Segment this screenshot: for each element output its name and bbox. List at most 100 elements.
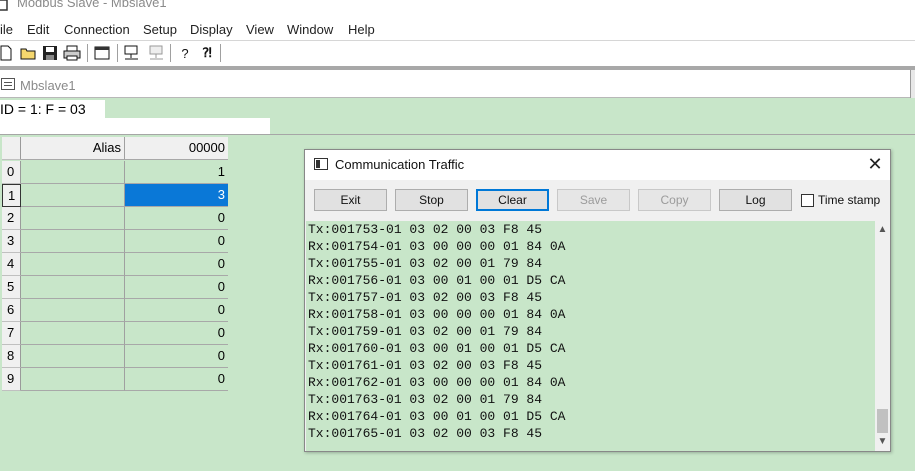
toolbar: ? ⁈ xyxy=(0,40,915,66)
row-header[interactable]: 0 xyxy=(2,161,21,184)
vertical-scrollbar[interactable]: ▲ ▼ xyxy=(875,221,890,451)
new-document-icon[interactable] xyxy=(0,44,15,62)
alias-column-header[interactable]: Alias xyxy=(21,137,125,160)
alias-cell[interactable] xyxy=(21,299,125,322)
log-line: Tx:001755-01 03 02 00 01 79 84 xyxy=(308,256,543,271)
alias-cell[interactable] xyxy=(21,207,125,230)
row-header[interactable]: 8 xyxy=(2,345,21,368)
log-line: Tx:001759-01 03 02 00 01 79 84 xyxy=(308,324,543,339)
menu-edit[interactable]: Edit xyxy=(27,22,49,37)
table-row: 9 0 xyxy=(2,368,228,391)
close-icon[interactable]: ✕ xyxy=(863,153,887,175)
table-row: 6 0 xyxy=(2,299,228,322)
scroll-thumb[interactable] xyxy=(877,409,888,433)
app-title-bar: Modbus Slave - Mbslave1 xyxy=(0,0,915,14)
log-line: Tx:001753-01 03 02 00 03 F8 45 xyxy=(308,222,543,237)
menu-connection[interactable]: Connection xyxy=(64,22,130,37)
window-icon[interactable] xyxy=(93,44,111,62)
value-cell[interactable]: 0 xyxy=(125,276,228,299)
document-icon xyxy=(1,78,15,90)
table-row: 5 0 xyxy=(2,276,228,299)
menu-view[interactable]: View xyxy=(246,22,274,37)
open-folder-icon[interactable] xyxy=(20,44,38,62)
dialog-title-bar[interactable]: Communication Traffic ✕ xyxy=(305,150,890,180)
context-help-icon[interactable]: ⁈ xyxy=(198,44,216,62)
log-line: Rx:001758-01 03 00 00 00 01 84 0A xyxy=(308,307,566,322)
log-line: Tx:001761-01 03 02 00 03 F8 45 xyxy=(308,358,543,373)
value-cell[interactable]: 0 xyxy=(125,322,228,345)
toolbar-separator xyxy=(87,44,88,62)
disconnect-icon[interactable] xyxy=(147,44,165,62)
value-cell[interactable]: 0 xyxy=(125,253,228,276)
row-header[interactable]: 2 xyxy=(2,207,21,230)
row-header[interactable]: 9 xyxy=(2,368,21,391)
menu-window[interactable]: Window xyxy=(287,22,333,37)
toolbar-separator xyxy=(220,44,221,62)
value-cell-selected[interactable]: 3 xyxy=(125,184,228,207)
log-line: Rx:001764-01 03 00 01 00 01 D5 CA xyxy=(308,409,566,424)
alias-cell[interactable] xyxy=(21,230,125,253)
address-column-header[interactable]: 00000 xyxy=(125,137,228,160)
log-line: Tx:001765-01 03 02 00 03 F8 45 xyxy=(308,426,543,441)
stop-button[interactable]: Stop xyxy=(395,189,468,211)
menu-display[interactable]: Display xyxy=(190,22,233,37)
app-title: Modbus Slave - Mbslave1 xyxy=(17,0,167,10)
value-cell[interactable]: 0 xyxy=(125,299,228,322)
row-header[interactable]: 5 xyxy=(2,276,21,299)
log-line: Rx:001762-01 03 00 00 00 01 84 0A xyxy=(308,375,566,390)
alias-cell[interactable] xyxy=(21,161,125,184)
clear-button[interactable]: Clear xyxy=(476,189,549,211)
table-row: 8 0 xyxy=(2,345,228,368)
menu-bar: ile Edit Connection Setup Display View W… xyxy=(0,18,915,40)
corner-cell xyxy=(2,137,21,160)
value-cell[interactable]: 0 xyxy=(125,230,228,253)
row-header[interactable]: 3 xyxy=(2,230,21,253)
child-window-title-bar: Mbslave1 xyxy=(0,70,915,98)
exit-button[interactable]: Exit xyxy=(314,189,387,211)
alias-cell[interactable] xyxy=(21,368,125,391)
alias-cell[interactable] xyxy=(21,322,125,345)
traffic-log[interactable]: Tx:001753-01 03 02 00 03 F8 45 Rx:001754… xyxy=(306,221,875,451)
table-row: 1 3 xyxy=(2,184,228,207)
table-row: 7 0 xyxy=(2,322,228,345)
value-cell[interactable]: 0 xyxy=(125,368,228,391)
alias-cell[interactable] xyxy=(21,253,125,276)
row-header[interactable]: 4 xyxy=(2,253,21,276)
menu-file[interactable]: ile xyxy=(0,22,13,37)
window-icon xyxy=(314,158,328,170)
value-cell[interactable]: 0 xyxy=(125,345,228,368)
alias-cell[interactable] xyxy=(21,276,125,299)
dialog-title: Communication Traffic xyxy=(335,157,465,172)
log-line: Rx:001756-01 03 00 01 00 01 D5 CA xyxy=(308,273,566,288)
alias-cell[interactable] xyxy=(21,345,125,368)
save-icon[interactable] xyxy=(41,44,59,62)
scroll-down-icon[interactable]: ▼ xyxy=(875,435,890,449)
log-line: Tx:001763-01 03 02 00 01 79 84 xyxy=(308,392,543,407)
log-button[interactable]: Log xyxy=(719,189,792,211)
menu-help[interactable]: Help xyxy=(348,22,375,37)
timestamp-label[interactable]: Time stamp xyxy=(818,193,880,207)
connect-icon[interactable] xyxy=(123,44,141,62)
row-header[interactable]: 1 xyxy=(2,184,21,207)
help-icon[interactable]: ? xyxy=(176,44,194,62)
toolbar-separator xyxy=(170,44,171,62)
grid-header-row: Alias 00000 xyxy=(2,137,228,160)
grid-divider xyxy=(0,134,915,135)
timestamp-checkbox[interactable] xyxy=(801,194,814,207)
row-header[interactable]: 7 xyxy=(2,322,21,345)
menu-setup[interactable]: Setup xyxy=(143,22,177,37)
save-button: Save xyxy=(557,189,630,211)
alias-cell[interactable] xyxy=(21,184,125,207)
app-icon xyxy=(0,0,8,11)
print-icon[interactable] xyxy=(63,44,81,62)
value-cell[interactable]: 0 xyxy=(125,207,228,230)
log-line: Tx:001757-01 03 02 00 03 F8 45 xyxy=(308,290,543,305)
child-window-border xyxy=(910,70,915,98)
child-window-title: Mbslave1 xyxy=(20,78,76,93)
header-blank-area xyxy=(0,118,270,134)
value-cell[interactable]: 1 xyxy=(125,161,228,184)
row-header[interactable]: 6 xyxy=(2,299,21,322)
copy-button: Copy xyxy=(638,189,711,211)
table-row: 2 0 xyxy=(2,207,228,230)
scroll-up-icon[interactable]: ▲ xyxy=(875,223,890,237)
